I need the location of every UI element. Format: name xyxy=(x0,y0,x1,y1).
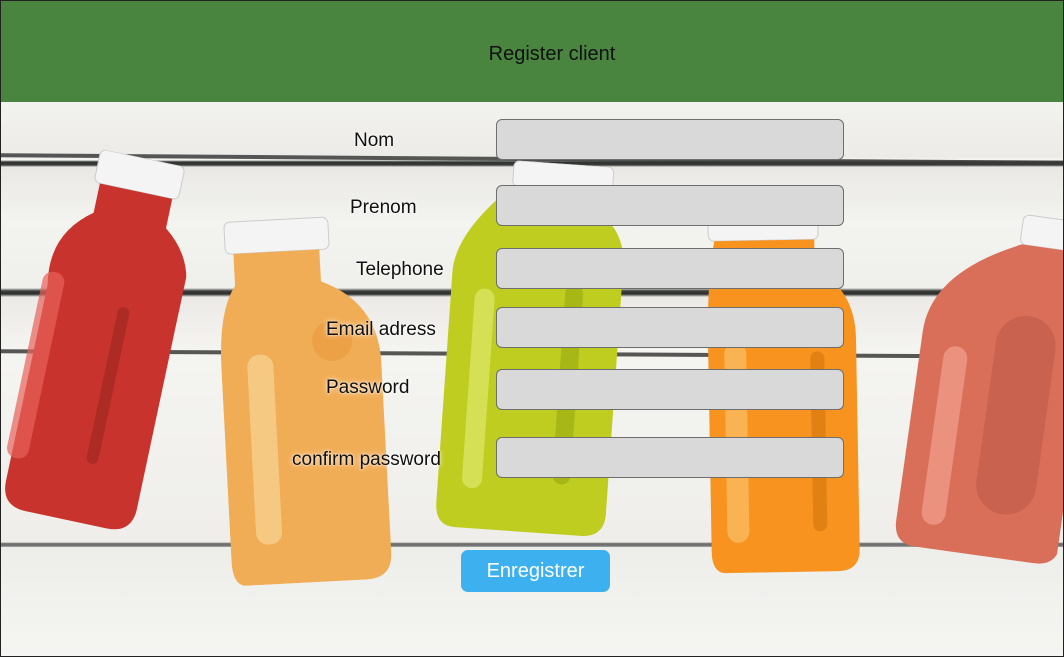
password-field[interactable] xyxy=(496,369,844,410)
prenom-label: Prenom xyxy=(350,197,417,218)
email-label: Email adress xyxy=(326,319,436,340)
enregistrer-button[interactable]: Enregistrer xyxy=(461,550,610,592)
register-form: Nom Prenom Telephone Email adress Passwo… xyxy=(1,1,1063,656)
telephone-label: Telephone xyxy=(356,259,444,280)
telephone-field[interactable] xyxy=(496,248,844,289)
confirm-password-label: confirm password xyxy=(292,449,441,470)
prenom-field[interactable] xyxy=(496,185,844,226)
email-field[interactable] xyxy=(496,307,844,348)
nom-field[interactable] xyxy=(496,119,844,160)
confirm-password-field[interactable] xyxy=(496,437,844,478)
password-label: Password xyxy=(326,377,410,398)
register-window: Register client Nom Prenom Telephone Ema… xyxy=(0,0,1064,657)
nom-label: Nom xyxy=(354,130,395,151)
